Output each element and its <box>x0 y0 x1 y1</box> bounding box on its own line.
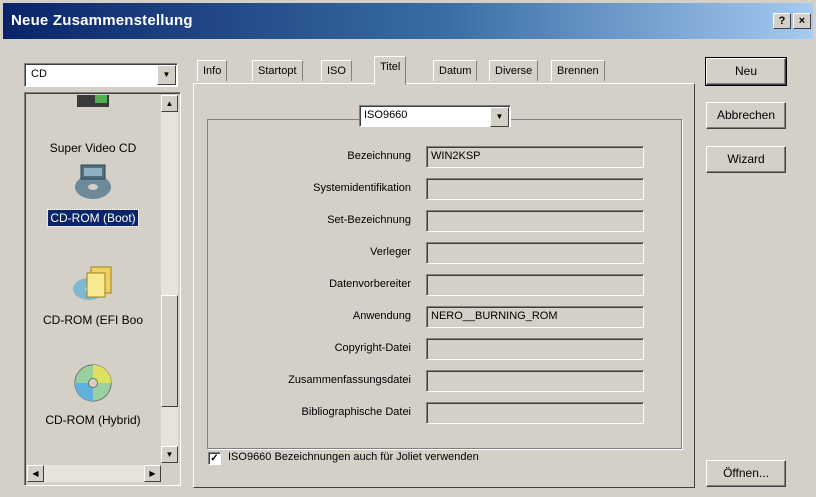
close-button[interactable]: × <box>793 13 811 29</box>
field-label-bibliographische-datei: Bibliographische Datei <box>301 406 411 418</box>
zusammenfassungsdatei-field[interactable] <box>426 370 644 392</box>
cancel-button[interactable]: Abbrechen <box>706 102 786 129</box>
list-item-super-video-cd[interactable]: Super Video CD <box>27 95 159 156</box>
list-item-cd-rom-hybrid[interactable]: CD-ROM (Hybrid) <box>27 363 159 428</box>
list-item-label: CD-ROM (Boot) <box>47 209 139 227</box>
scroll-down-button[interactable]: ▼ <box>161 446 178 463</box>
horizontal-scrollbar[interactable]: ◀ ▶ <box>27 465 161 482</box>
field-label-bezeichnung: Bezeichnung <box>347 150 411 162</box>
list-item-label: Super Video CD <box>49 141 137 155</box>
wizard-button[interactable]: Wizard <box>706 146 786 173</box>
field-label-set-bezeichnung: Set-Bezeichnung <box>327 214 411 226</box>
help-button[interactable]: ? <box>773 13 791 29</box>
new-button[interactable]: Neu <box>705 57 787 86</box>
filesystem-value: ISO9660 <box>364 109 408 121</box>
field-label-verleger: Verleger <box>370 246 411 258</box>
set-bezeichnung-field[interactable] <box>426 210 644 232</box>
titel-tab-panel: Bezeichnung WIN2KSP Systemidentifikation… <box>193 83 695 488</box>
scroll-left-button[interactable]: ◀ <box>27 465 44 482</box>
tab-iso[interactable]: ISO <box>321 60 352 81</box>
vertical-scrollbar[interactable]: ▲ ▼ <box>161 95 178 463</box>
scroll-thumb[interactable] <box>161 295 178 407</box>
datenvorbereiter-field[interactable] <box>426 274 644 296</box>
list-item-cd-rom-boot[interactable]: CD-ROM (Boot) <box>27 161 159 227</box>
tab-info[interactable]: Info <box>197 60 228 81</box>
tab-brennen[interactable]: Brennen <box>551 60 605 81</box>
copyright-datei-field[interactable] <box>426 338 644 360</box>
cd-rom-hybrid-icon <box>74 364 112 402</box>
verleger-field[interactable] <box>426 242 644 264</box>
media-type-value: CD <box>31 68 47 80</box>
field-label-copyright-datei: Copyright-Datei <box>334 342 411 354</box>
tab-titel[interactable]: Titel <box>374 56 407 85</box>
chevron-down-icon[interactable]: ▼ <box>157 65 176 85</box>
open-button[interactable]: Öffnen... <box>706 460 786 487</box>
dialog-window: Neue Zusammenstellung ? × CD ▼ Super Vid… <box>0 0 816 497</box>
field-label-zusammenfassungsdatei: Zusammenfassungsdatei <box>288 374 411 386</box>
project-list-viewport: Super Video CD CD-ROM (Boot) CD-ROM (EFI… <box>27 95 159 463</box>
field-label-anwendung: Anwendung <box>352 310 411 322</box>
anwendung-field[interactable]: NERO__BURNING_ROM <box>426 306 644 328</box>
tab-startopt[interactable]: Startopt <box>252 60 303 81</box>
field-label-systemidentifikation: Systemidentifikation <box>313 182 411 194</box>
cd-rom-efi-boot-icon <box>73 266 112 300</box>
title-fields-group: Bezeichnung WIN2KSP Systemidentifikation… <box>207 119 682 449</box>
scroll-up-button[interactable]: ▲ <box>161 95 178 112</box>
bibliographische-datei-field[interactable] <box>426 402 644 424</box>
media-type-select[interactable]: CD ▼ <box>24 63 178 87</box>
title-bar[interactable]: Neue Zusammenstellung ? × <box>3 3 813 39</box>
field-value: NERO__BURNING_ROM <box>431 310 558 322</box>
joliet-checkbox[interactable]: ✓ <box>208 452 221 465</box>
tab-strip: Info Startopt ISO Titel Datum Diverse Br… <box>197 56 637 85</box>
field-label-datenvorbereiter: Datenvorbereiter <box>329 278 411 290</box>
super-video-cd-icon <box>77 95 109 107</box>
tab-diverse[interactable]: Diverse <box>489 60 539 81</box>
chevron-down-icon[interactable]: ▼ <box>490 107 509 127</box>
filesystem-select[interactable]: ISO9660 ▼ <box>359 105 511 127</box>
joliet-checkbox-label: ISO9660 Bezeichnungen auch für Joliet ve… <box>228 451 479 463</box>
list-item-cd-rom-efi-boot[interactable]: CD-ROM (EFI Boo <box>27 263 159 328</box>
window-title: Neue Zusammenstellung <box>11 12 193 29</box>
cd-rom-boot-icon <box>75 164 111 199</box>
scroll-right-button[interactable]: ▶ <box>144 465 161 482</box>
list-item-label: CD-ROM (EFI Boo <box>42 313 143 327</box>
bezeichnung-field[interactable]: WIN2KSP <box>426 146 644 168</box>
list-item-label: CD-ROM (Hybrid) <box>45 413 141 427</box>
project-type-list[interactable]: Super Video CD CD-ROM (Boot) CD-ROM (EFI… <box>24 92 181 486</box>
systemidentifikation-field[interactable] <box>426 178 644 200</box>
tab-datum[interactable]: Datum <box>433 60 478 81</box>
field-value: WIN2KSP <box>431 150 481 162</box>
